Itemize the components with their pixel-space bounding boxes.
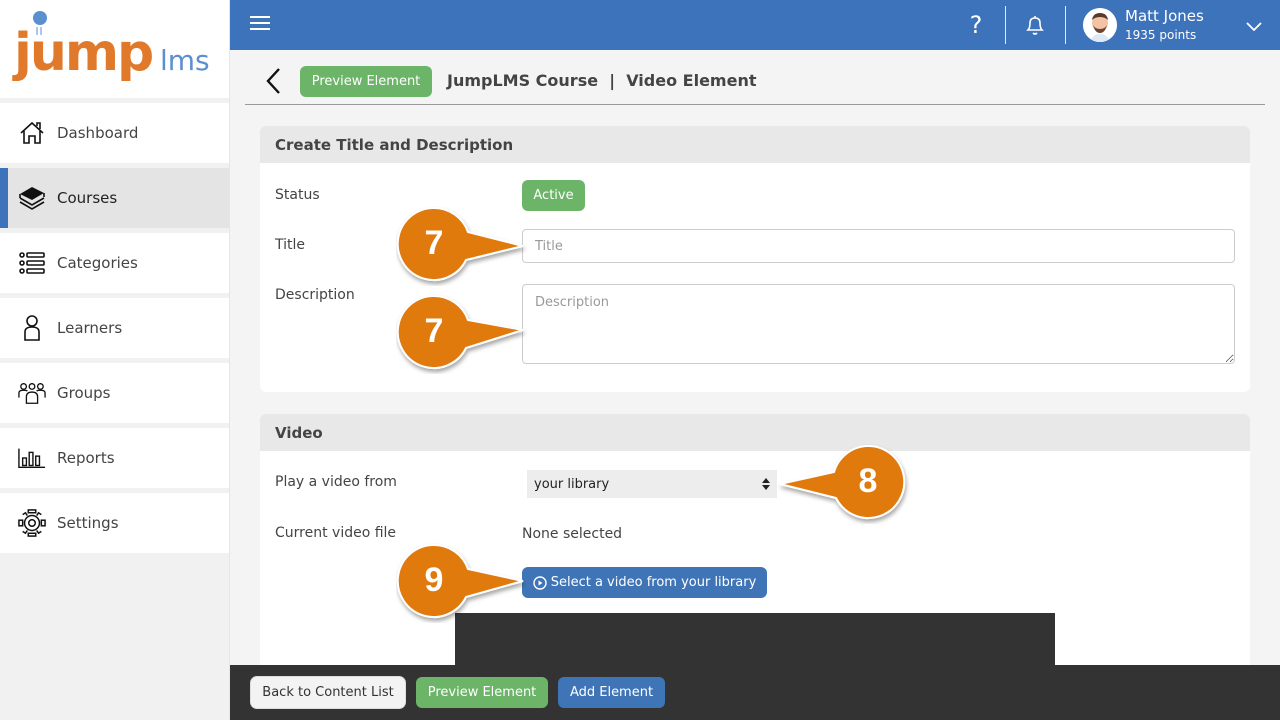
help-icon[interactable]: ? [964,11,988,39]
logo-suffix-text: lms [160,44,210,77]
add-element-button[interactable]: Add Element [558,677,665,708]
sidebar-item-settings[interactable]: Settings [0,493,229,553]
bar-chart-icon [18,444,46,472]
footer-bar: Back to Content List Preview Element Add… [230,665,1280,720]
user-points: 1935 points [1125,28,1197,42]
header-divider [245,104,1265,105]
sidebar-item-groups[interactable]: Groups [0,363,229,423]
sidebar-item-learners[interactable]: Learners [0,298,229,358]
page-title: JumpLMS Course | Video Element [447,71,757,90]
description-label: Description [275,287,355,303]
callout-9-button: 9 [396,543,531,627]
logo-graphic: jump lms [12,11,210,83]
user-avatar[interactable] [1083,8,1117,42]
description-input[interactable] [522,284,1235,364]
hamburger-menu-icon[interactable] [250,16,270,32]
sidebar-item-label: Categories [57,254,138,272]
group-icon [18,379,46,407]
sidebar-item-reports[interactable]: Reports [0,428,229,488]
footer-preview-element-button[interactable]: Preview Element [416,677,548,708]
title-input[interactable] [522,229,1235,263]
topbar-divider [1065,6,1066,44]
sidebar-item-dashboard[interactable]: Dashboard [0,103,229,163]
sidebar-item-label: Learners [57,319,123,337]
callout-7-description: 7 [396,294,531,378]
top-bar: ? Matt Jones 1935 points [230,0,1280,50]
sidebar-item-courses[interactable]: Courses [0,168,229,228]
select-arrows-icon [761,477,771,495]
preview-element-button[interactable]: Preview Element [300,66,432,97]
topbar-divider [1005,6,1006,44]
sidebar-item-label: Reports [57,449,115,467]
logo-main-text: jump [12,23,152,83]
video-source-select[interactable]: your library [527,470,777,498]
callout-number: 8 [858,462,878,500]
status-label: Status [275,187,320,203]
books-icon [18,184,46,212]
sidebar-item-label: Settings [57,514,119,532]
panel-heading: Create Title and Description [260,126,1250,163]
select-video-button[interactable]: Select a video from your library [522,567,767,598]
chevron-down-icon[interactable] [1246,17,1262,36]
callout-7-title: 7 [396,206,531,290]
notification-bell-icon[interactable] [1025,14,1045,40]
gear-icon [18,509,46,537]
title-label: Title [275,237,306,253]
person-icon [18,314,46,342]
video-source-label: Play a video from [275,474,397,490]
callout-number: 9 [424,561,444,599]
select-value: your library [534,476,610,492]
panel-heading: Video [260,414,1250,451]
sidebar-item-label: Courses [57,189,118,207]
user-name[interactable]: Matt Jones [1125,7,1204,25]
play-circle-icon [533,575,547,590]
back-arrow-icon[interactable] [264,66,284,100]
callout-8-select: 8 [776,444,911,528]
current-video-label: Current video file [275,525,397,541]
sidebar-item-categories[interactable]: Categories [0,233,229,293]
callout-number: 7 [424,312,444,350]
back-to-content-list-button[interactable]: Back to Content List [250,676,406,709]
current-video-value: None selected [522,526,623,542]
jumplms-logo[interactable]: jump lms [0,0,229,98]
callout-number: 7 [424,224,444,262]
home-icon [18,119,46,147]
sidebar-item-label: Groups [57,384,111,402]
sidebar-item-label: Dashboard [57,124,139,142]
status-badge[interactable]: Active [522,180,585,211]
select-video-label: Select a video from your library [550,575,757,590]
list-icon [18,249,46,277]
sidebar: jump lms Dashboard Courses Categories Le… [0,0,230,720]
